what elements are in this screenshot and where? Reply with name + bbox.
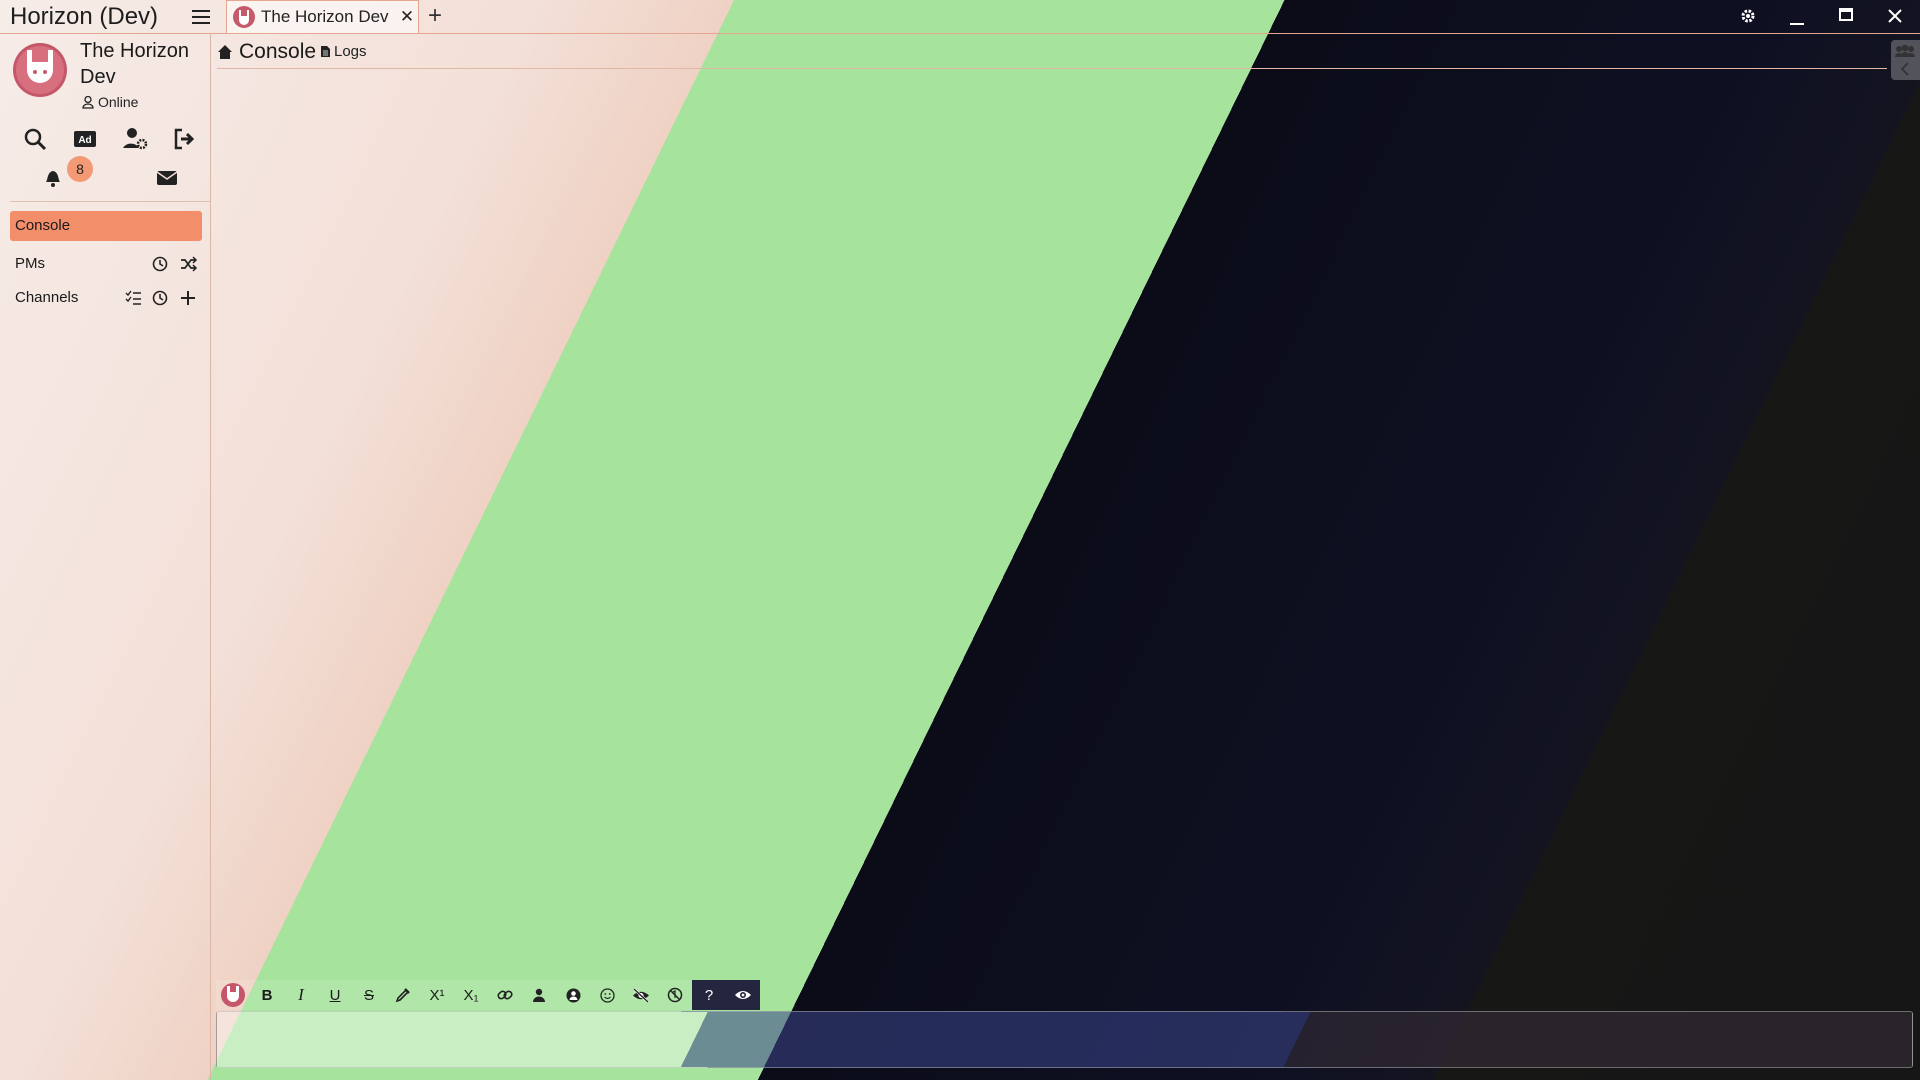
sidebar-item-label: Console <box>15 217 71 234</box>
mail-icon[interactable] <box>154 164 180 190</box>
settings-gear-icon[interactable] <box>1724 0 1772 33</box>
link-icon[interactable] <box>488 980 522 1010</box>
no-parse-icon[interactable] <box>658 980 692 1010</box>
sidebar-item-pms[interactable]: PMs <box>15 255 45 272</box>
logs-label: Logs <box>334 43 367 60</box>
tab-avatar-icon <box>233 6 255 28</box>
bold-button[interactable]: B <box>250 980 284 1010</box>
message-input[interactable] <box>216 1011 1913 1068</box>
avatar-icon[interactable] <box>216 980 250 1010</box>
title-bar: Horizon (Dev) The Horizon Dev ✕ + <box>0 0 1920 33</box>
sidebar-divider <box>10 201 210 202</box>
hamburger-menu-icon[interactable] <box>190 6 212 28</box>
maximize-button[interactable] <box>1822 0 1870 33</box>
strikethrough-button[interactable]: S <box>352 980 386 1010</box>
close-window-button[interactable] <box>1871 0 1919 33</box>
conversation-header: Console Logs <box>217 34 1887 69</box>
new-tab-button[interactable]: + <box>428 2 442 30</box>
page-title: Console <box>239 40 317 63</box>
status-label: Online <box>98 94 139 110</box>
minimize-button[interactable] <box>1773 0 1821 33</box>
spoiler-icon[interactable] <box>624 980 658 1010</box>
preview-eye-icon[interactable] <box>726 980 760 1010</box>
bell-icon[interactable] <box>40 164 66 190</box>
sidebar-item-console[interactable]: Console <box>10 211 202 241</box>
underline-button[interactable]: U <box>318 980 352 1010</box>
history-icon[interactable] <box>150 254 170 274</box>
add-channel-icon[interactable] <box>178 288 198 308</box>
channel-list-icon[interactable] <box>123 288 143 308</box>
logs-button[interactable]: Logs <box>320 43 367 60</box>
icon-mention-icon[interactable] <box>556 980 590 1010</box>
color-picker-icon[interactable] <box>386 980 420 1010</box>
emoji-icon[interactable] <box>590 980 624 1010</box>
superscript-button[interactable]: X¹ <box>420 980 454 1010</box>
user-icon <box>82 95 94 109</box>
close-tab-icon[interactable]: ✕ <box>396 7 418 27</box>
character-avatar[interactable] <box>12 42 68 98</box>
help-button[interactable]: ? <box>692 980 726 1010</box>
tab-the-horizon-dev[interactable]: The Horizon Dev ✕ <box>226 0 419 33</box>
character-name[interactable]: The Horizon Dev <box>80 38 205 90</box>
users-icon <box>1895 44 1915 76</box>
search-icon[interactable] <box>22 126 48 152</box>
svg-text:Ad: Ad <box>78 135 91 146</box>
editor-toolbar: B I U S X¹ X₁ ? <box>216 980 760 1010</box>
tab-label: The Horizon Dev <box>261 7 389 26</box>
status-selector[interactable]: Online <box>82 94 138 110</box>
notification-badge: 8 <box>67 156 93 182</box>
user-settings-icon[interactable] <box>122 126 148 152</box>
sidebar-item-channels[interactable]: Channels <box>15 289 78 306</box>
home-icon <box>218 45 232 59</box>
shuffle-icon[interactable] <box>178 254 198 274</box>
logout-icon[interactable] <box>172 126 198 152</box>
user-list-toggle[interactable] <box>1891 40 1920 80</box>
subscript-button[interactable]: X₁ <box>454 980 488 1010</box>
sidebar: The Horizon Dev Online Ad 8 Console PMs … <box>0 34 211 1080</box>
user-mention-icon[interactable] <box>522 980 556 1010</box>
file-icon <box>321 46 330 57</box>
history-icon[interactable] <box>150 288 170 308</box>
app-title: Horizon (Dev) <box>10 3 159 30</box>
italic-button[interactable]: I <box>284 980 318 1010</box>
ad-icon[interactable]: Ad <box>72 126 98 152</box>
